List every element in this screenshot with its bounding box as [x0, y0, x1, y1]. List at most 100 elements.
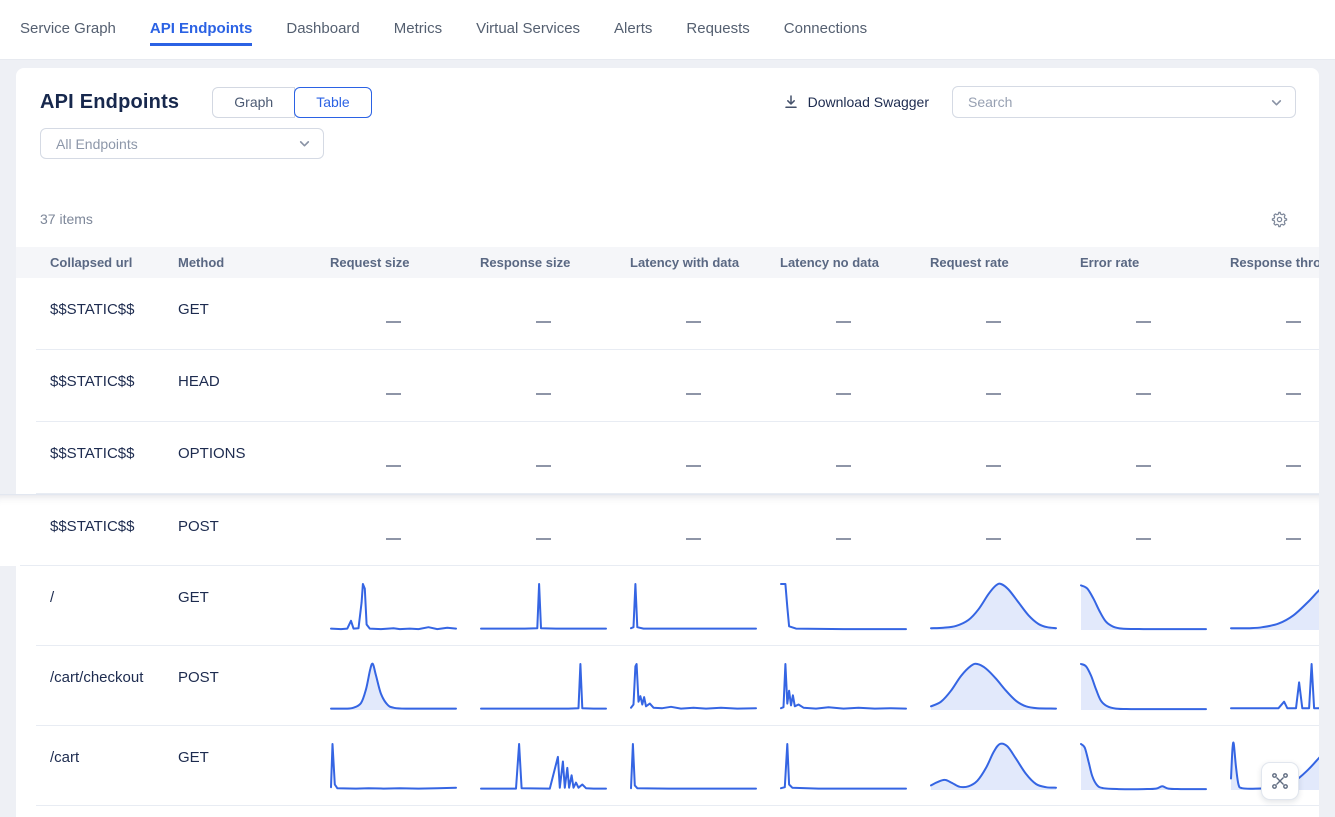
cell-error-rate: [1080, 726, 1230, 806]
cell-latency-with-data: [630, 566, 780, 646]
sparkline-comb-spikes-right: [1230, 660, 1319, 712]
cell-request-size: —: [330, 278, 480, 350]
cell-collapsed-url: /: [16, 566, 178, 646]
cell-method: GET: [178, 566, 330, 646]
cell-latency-no-data: —: [780, 350, 930, 422]
filter-row: All Endpoints: [16, 118, 1319, 159]
cell-collapsed-url: /cart/checkout: [16, 646, 178, 726]
cell-latency-with-data: —: [630, 422, 780, 494]
nav-item-service-graph[interactable]: Service Graph: [20, 14, 116, 46]
search-input[interactable]: [968, 94, 1270, 110]
table-row: /GET: [16, 566, 1319, 646]
column-header-request-size[interactable]: Request size: [330, 247, 480, 278]
sparkline-spike-cluster-left: [630, 660, 757, 712]
cell-error-rate: —: [1080, 422, 1230, 494]
column-header-request-rate[interactable]: Request rate: [930, 247, 1080, 278]
endpoint-filter-select[interactable]: All Endpoints: [40, 128, 324, 159]
cell-collapsed-url: $$STATIC$$: [16, 350, 178, 422]
cell-latency-no-data: [780, 726, 930, 806]
column-header-collapsed-url[interactable]: Collapsed url: [16, 247, 178, 278]
cell-method: HEAD: [178, 350, 330, 422]
expand-icon: [1269, 770, 1291, 792]
table-body: $$STATIC$$GET———————$$STATIC$$HEAD——————…: [16, 278, 1319, 806]
panel-header: API Endpoints Graph Table Download Swagg…: [16, 68, 1319, 118]
cell-request-size: —: [330, 495, 480, 566]
cell-request-rate: [930, 566, 1080, 646]
sparkline-decay-plus-small-bump: [1080, 740, 1207, 792]
column-header-error-rate[interactable]: Error rate: [1080, 247, 1230, 278]
cell-response-size: [480, 726, 630, 806]
table-header-row: Collapsed urlMethodRequest sizeResponse …: [16, 247, 1319, 278]
download-swagger-label: Download Swagger: [808, 94, 929, 110]
page-title: API Endpoints: [40, 91, 179, 114]
column-header-latency-no-data[interactable]: Latency no data: [780, 247, 930, 278]
chevron-down-icon: [1270, 96, 1283, 109]
table-toolbar: 37 items: [16, 203, 1319, 235]
chevron-down-icon: [298, 137, 311, 150]
column-header-response-size[interactable]: Response size: [480, 247, 630, 278]
cell-collapsed-url: /cart: [16, 726, 178, 806]
cell-latency-with-data: —: [630, 495, 780, 566]
graph-view-button[interactable]: Graph: [212, 87, 295, 118]
cell-response-throughput: [1230, 566, 1319, 646]
cell-collapsed-url: $$STATIC$$: [16, 422, 178, 494]
cell-method: GET: [178, 278, 330, 350]
sparkline-wall-drop-left: [780, 580, 907, 632]
cell-method: POST: [178, 495, 330, 566]
cell-request-rate: —: [930, 350, 1080, 422]
items-count: 37 items: [40, 211, 93, 227]
cell-request-rate: —: [930, 495, 1080, 566]
cell-request-rate: [930, 726, 1080, 806]
search-box[interactable]: [952, 86, 1296, 118]
cell-response-size: —: [480, 350, 630, 422]
nav-item-alerts[interactable]: Alerts: [614, 14, 652, 46]
nav-item-connections[interactable]: Connections: [784, 14, 867, 46]
sparkline-narrow-bell-left: [330, 660, 457, 712]
cell-error-rate: —: [1080, 278, 1230, 350]
cell-collapsed-url: $$STATIC$$: [16, 278, 178, 350]
sparkline-spike-far-left: [780, 740, 907, 792]
cell-latency-no-data: [780, 566, 930, 646]
cell-request-size: [330, 646, 480, 726]
cell-latency-no-data: [780, 646, 930, 726]
download-icon: [783, 94, 799, 110]
sparkline-single-spike-mid: [480, 580, 607, 632]
table-view-button[interactable]: Table: [294, 87, 371, 118]
sparkline-decay-left: [1080, 580, 1207, 632]
expand-button[interactable]: [1261, 762, 1299, 800]
cell-error-rate: [1080, 566, 1230, 646]
cell-request-size: —: [330, 422, 480, 494]
cell-error-rate: —: [1080, 495, 1230, 566]
column-header-method[interactable]: Method: [178, 247, 330, 278]
gear-icon: [1271, 211, 1288, 228]
nav-item-virtual-services[interactable]: Virtual Services: [476, 14, 580, 46]
cell-collapsed-url: $$STATIC$$: [0, 495, 178, 566]
cell-request-rate: [930, 646, 1080, 726]
download-swagger-button[interactable]: Download Swagger: [783, 94, 929, 110]
cell-method: GET: [178, 726, 330, 806]
cell-latency-with-data: [630, 726, 780, 806]
cell-response-size: —: [480, 422, 630, 494]
nav-item-dashboard[interactable]: Dashboard: [286, 14, 359, 46]
sparkline-bell-center: [930, 580, 1057, 632]
cell-response-size: [480, 566, 630, 646]
nav-item-requests[interactable]: Requests: [686, 14, 749, 46]
cell-response-throughput: —: [1230, 350, 1319, 422]
cell-request-rate: —: [930, 422, 1080, 494]
cell-error-rate: [1080, 646, 1230, 726]
sparkline-bell-left-broad: [930, 660, 1057, 712]
table-row: $$STATIC$$HEAD———————: [16, 350, 1319, 422]
cell-response-size: —: [480, 495, 630, 566]
view-toggle: Graph Table: [212, 87, 371, 118]
column-header-response-throughput[interactable]: Response throughput: [1230, 247, 1319, 278]
nav-item-api-endpoints[interactable]: API Endpoints: [150, 14, 253, 46]
column-header-latency-with-data[interactable]: Latency with data: [630, 247, 780, 278]
cell-latency-no-data: —: [780, 495, 930, 566]
cell-latency-with-data: —: [630, 278, 780, 350]
table-settings-button[interactable]: [1271, 211, 1288, 228]
nav-item-metrics[interactable]: Metrics: [394, 14, 442, 46]
cell-response-throughput: —: [1230, 278, 1319, 350]
api-endpoints-panel: API Endpoints Graph Table Download Swagg…: [16, 68, 1319, 817]
cell-latency-no-data: —: [780, 422, 930, 494]
cell-request-size: [330, 726, 480, 806]
